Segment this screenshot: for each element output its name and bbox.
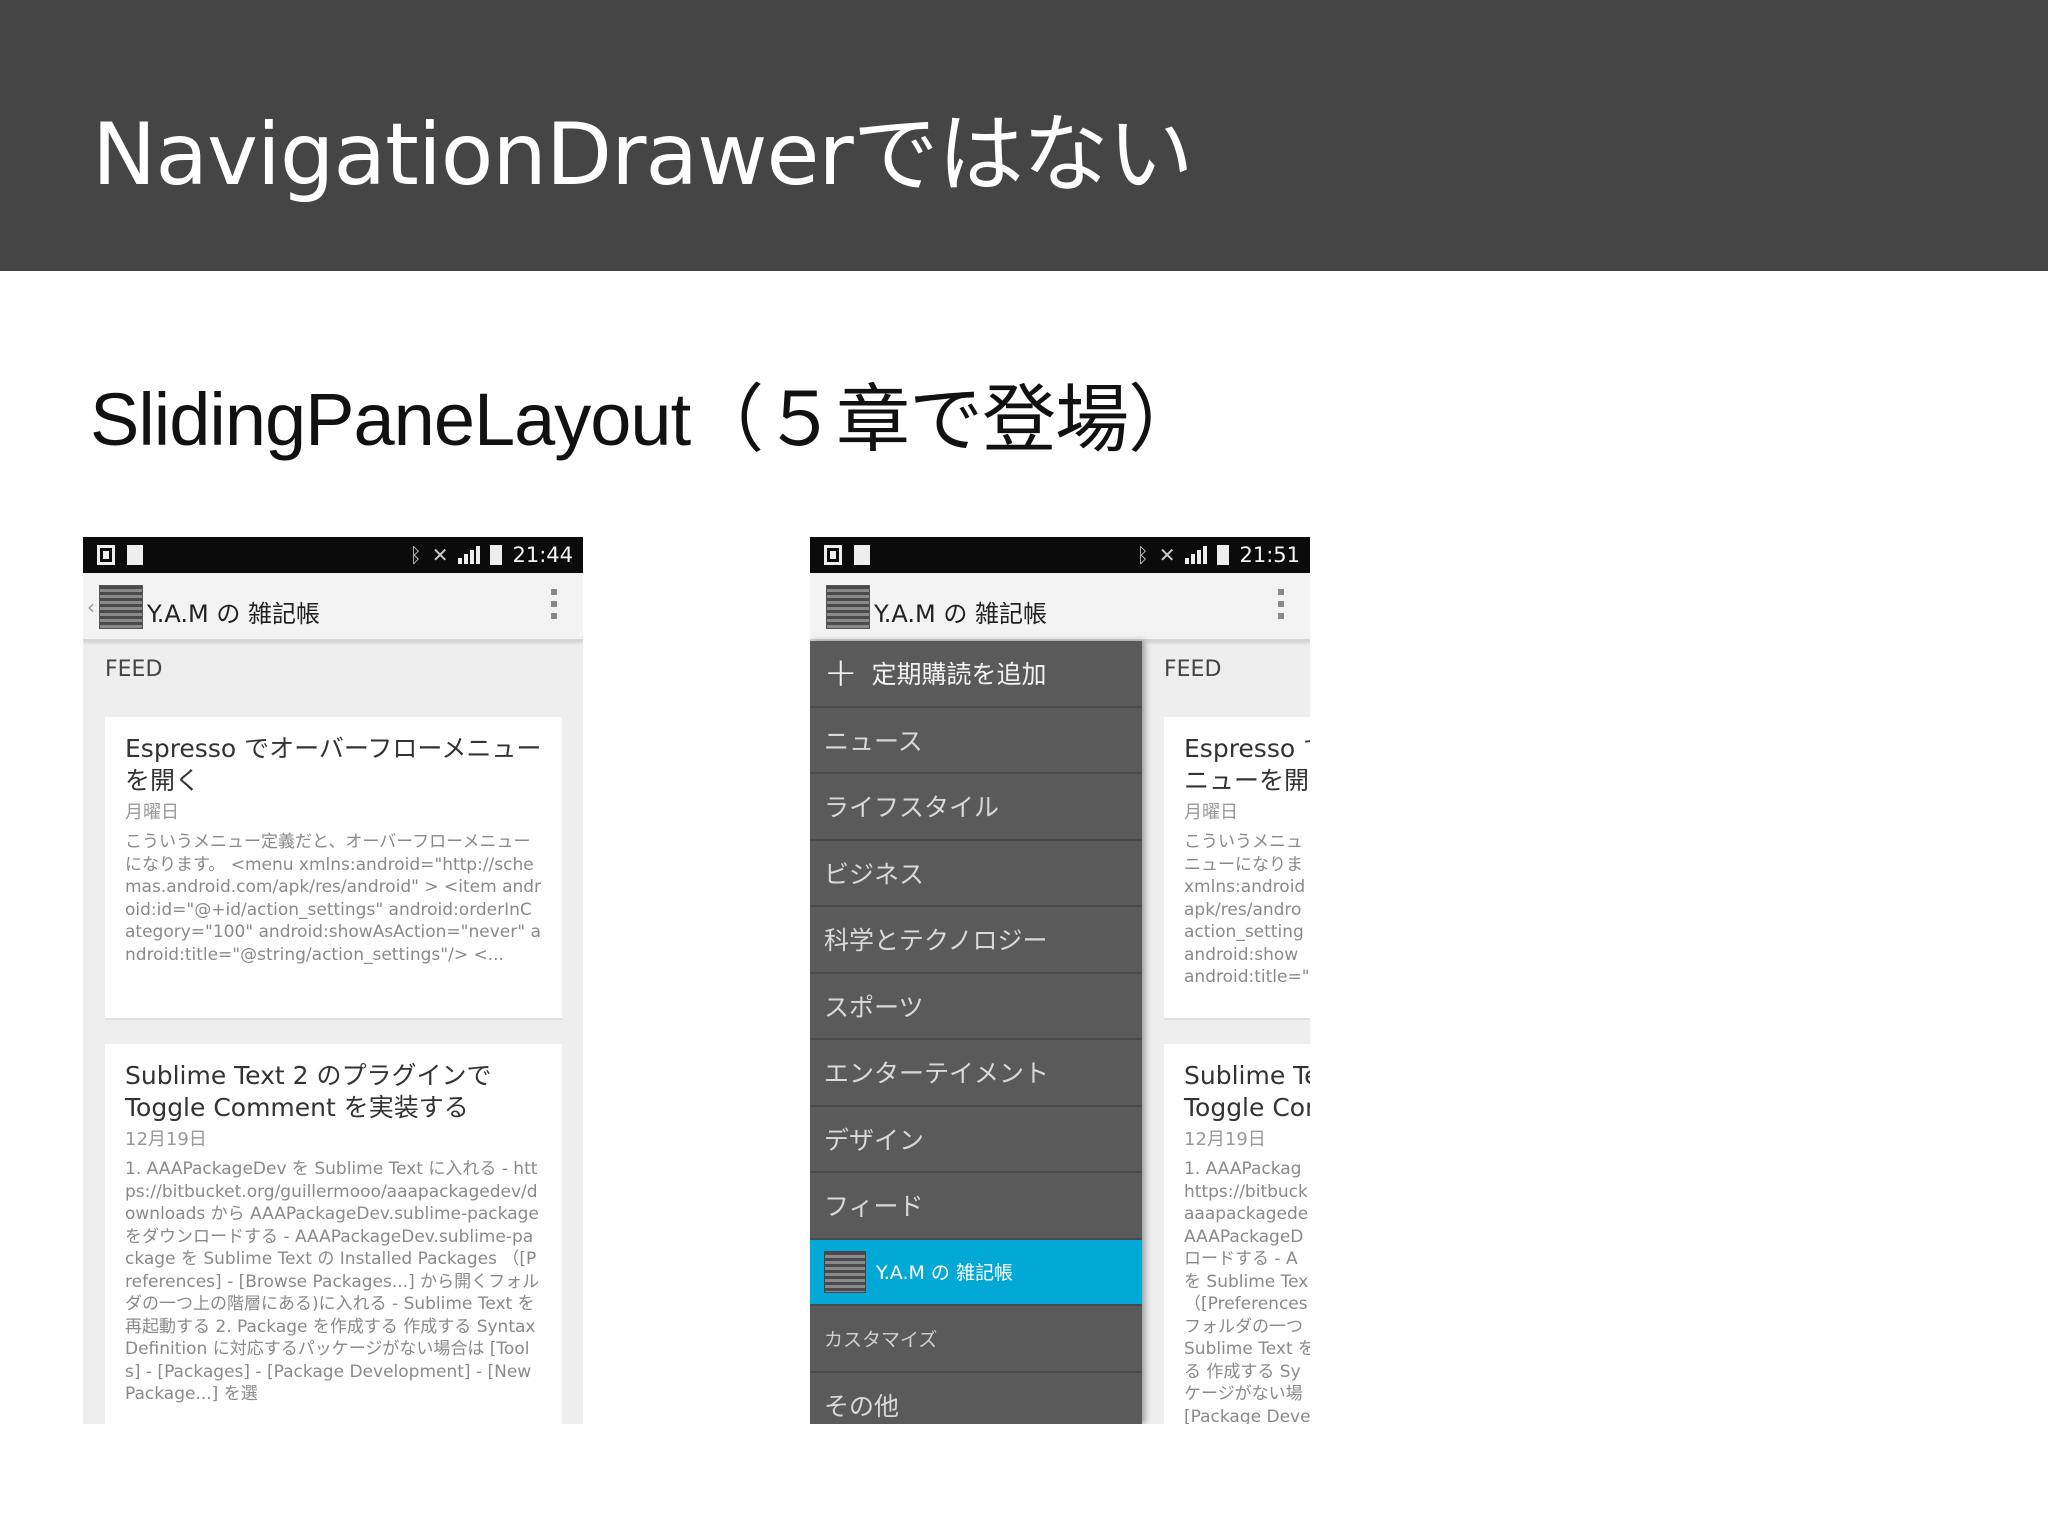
notification-icon	[127, 545, 143, 565]
battery-icon	[490, 545, 503, 565]
add-subscription-button[interactable]: + 定期購読を追加	[810, 641, 1142, 708]
blog-logo	[824, 1250, 866, 1293]
drawer-item-design[interactable]: デザイン	[810, 1107, 1142, 1173]
drawer-item-news[interactable]: ニュース	[810, 708, 1142, 774]
drawer-item-feed[interactable]: フィード	[810, 1173, 1142, 1240]
add-subscription-label: 定期購読を追加	[871, 660, 1047, 690]
drawer-item-entertainment[interactable]: エンターテイメント	[810, 1040, 1142, 1107]
bluetooth-icon: ᛒ	[1136, 543, 1149, 567]
mute-icon: ✕	[1158, 543, 1176, 567]
card-title: Toggle Cor	[1184, 1093, 1310, 1122]
bluetooth-icon: ᛒ	[409, 543, 422, 567]
drawer-item-selected-blog[interactable]: Y.A.M の 雑記帳	[810, 1239, 1142, 1306]
app-title: Y.A.M の 雑記帳	[147, 600, 321, 628]
drawer-item-sports[interactable]: スポーツ	[810, 974, 1142, 1040]
card-body: 1. AAAPackageDev を Sublime Text に入れる - h…	[125, 1159, 540, 1404]
overflow-menu-icon[interactable]	[1278, 589, 1284, 619]
app-logo[interactable]	[826, 585, 870, 629]
drawer-item-business[interactable]: ビジネス	[810, 841, 1142, 907]
feed-label: FEED	[1164, 657, 1222, 682]
selected-blog-label: Y.A.M の 雑記帳	[876, 1262, 1013, 1285]
slide-subtitle: SlidingPaneLayout（５章で登場）	[90, 378, 1202, 461]
card-date: 12月19日	[1184, 1129, 1266, 1150]
overflow-menu-icon[interactable]	[551, 589, 557, 619]
drawer-item-other[interactable]: その他	[810, 1373, 1142, 1425]
feed-card[interactable]: Sublime Text 2 のプラグインで Toggle Comment を実…	[105, 1044, 562, 1424]
status-time: 21:44	[512, 543, 573, 567]
mute-icon: ✕	[431, 543, 449, 567]
signal-icon	[1185, 546, 1208, 564]
card-title: ニューを開	[1184, 766, 1310, 795]
feed-card[interactable]: Espresso で ニューを開 月曜日 こういうメニュ ニューになりま xml…	[1164, 717, 1310, 1020]
status-bar: ᛒ ✕ 21:44	[83, 537, 583, 573]
plus-icon: +	[824, 650, 858, 697]
card-body: 1. AAAPackag https://bitbuck aaapackaged…	[1184, 1159, 1310, 1424]
feed-card[interactable]: Espresso でオーバーフローメニューを開く 月曜日 こういうメニュー定義だ…	[105, 717, 562, 1020]
card-date: 月曜日	[1184, 802, 1238, 823]
card-title: Espresso でオーバーフローメニューを開く	[125, 734, 542, 795]
card-title: Espresso で	[1184, 734, 1310, 763]
status-bar: ᛒ ✕ 21:51	[810, 537, 1310, 573]
card-title: Sublime Te	[1184, 1061, 1310, 1090]
drawer-item-science-tech[interactable]: 科学とテクノロジー	[810, 907, 1142, 974]
battery-icon	[1217, 545, 1230, 565]
status-time: 21:51	[1239, 543, 1300, 567]
screenshot-notification-icon	[824, 545, 842, 565]
card-title: Sublime Text 2 のプラグインで Toggle Comment を実…	[125, 1061, 492, 1122]
drawer-item-customize[interactable]: カスタマイズ	[810, 1306, 1142, 1373]
action-bar: ‹ Y.A.M の 雑記帳	[83, 573, 583, 641]
card-date: 月曜日	[125, 802, 179, 823]
phone-screenshot-right: ᛒ ✕ 21:51 Y.A.M の 雑記帳 FEED Espresso で ニュ…	[810, 537, 1310, 1424]
sliding-pane-drawer: + 定期購読を追加 ニュース ライフスタイル ビジネス 科学とテクノロジー スポ…	[810, 641, 1142, 1424]
phone-screenshot-left: ᛒ ✕ 21:44 ‹ Y.A.M の 雑記帳 FEED Espresso でオ…	[83, 537, 583, 1424]
card-body: こういうメニュー定義だと、オーバーフローメニューになります。 <menu xml…	[125, 832, 542, 965]
slide-title: NavigationDrawerではない	[92, 105, 1194, 205]
screenshot-notification-icon	[97, 545, 115, 565]
card-date: 12月19日	[125, 1129, 207, 1150]
drawer-item-lifestyle[interactable]: ライフスタイル	[810, 774, 1142, 841]
content-pane: FEED Espresso で ニューを開 月曜日 こういうメニュ ニューになり…	[1142, 641, 1310, 1424]
signal-icon	[458, 546, 481, 564]
slide-header: NavigationDrawerではない	[0, 0, 2048, 271]
notification-icon	[854, 545, 870, 565]
app-title: Y.A.M の 雑記帳	[874, 600, 1048, 628]
action-bar: Y.A.M の 雑記帳	[810, 573, 1310, 641]
card-body: こういうメニュ ニューになりま xmlns:android apk/res/an…	[1184, 832, 1310, 987]
back-chevron-icon[interactable]: ‹	[87, 595, 95, 619]
feed-label: FEED	[105, 657, 163, 682]
app-logo[interactable]	[99, 585, 143, 629]
feed-card[interactable]: Sublime Te Toggle Cor 12月19日 1. AAAPacka…	[1164, 1044, 1310, 1424]
